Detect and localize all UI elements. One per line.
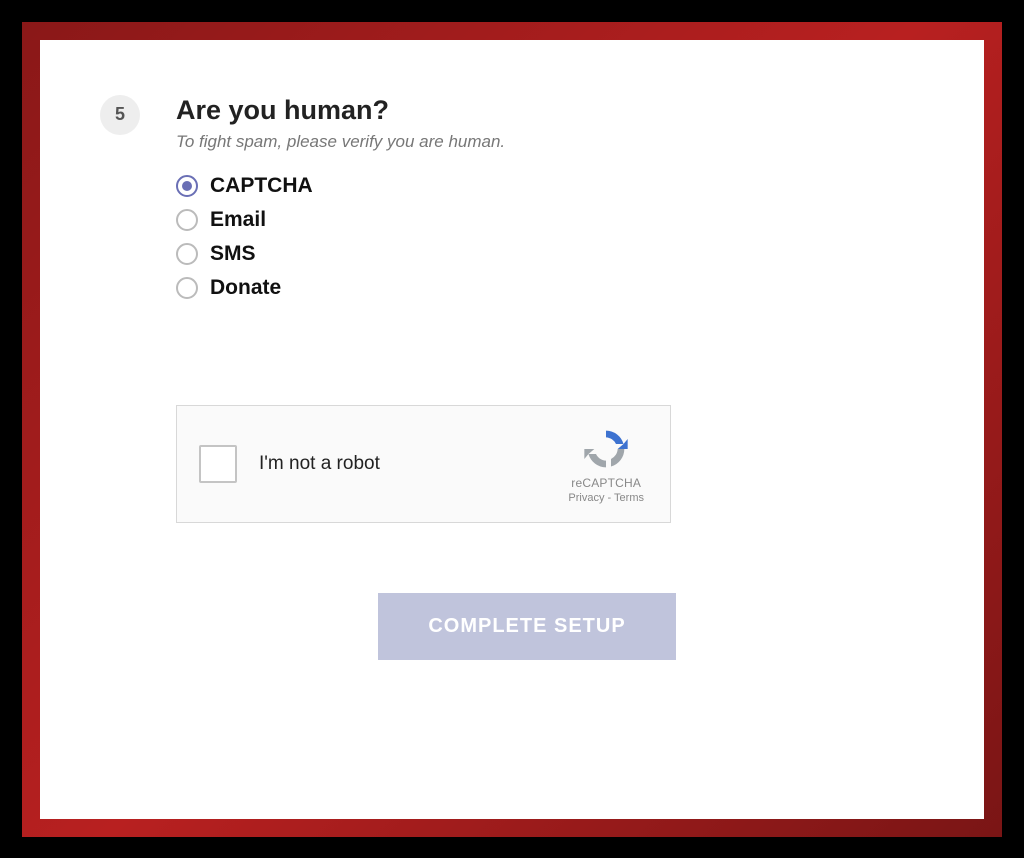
radio-icon bbox=[176, 209, 198, 231]
radio-label: SMS bbox=[210, 242, 256, 266]
verification-options: CAPTCHA Email SMS Donate bbox=[176, 174, 924, 300]
radio-option-donate[interactable]: Donate bbox=[176, 276, 924, 300]
recaptcha-link-separator: - bbox=[604, 492, 614, 504]
recaptcha-checkbox[interactable] bbox=[199, 445, 237, 483]
radio-icon bbox=[176, 243, 198, 265]
recaptcha-brand-label: reCAPTCHA bbox=[571, 476, 641, 490]
radio-option-captcha[interactable]: CAPTCHA bbox=[176, 174, 924, 198]
step-content: Are you human? To fight spam, please ver… bbox=[176, 95, 924, 300]
step-row: 5 Are you human? To fight spam, please v… bbox=[100, 95, 924, 300]
radio-icon bbox=[176, 277, 198, 299]
radio-option-email[interactable]: Email bbox=[176, 208, 924, 232]
radio-label: CAPTCHA bbox=[210, 174, 313, 198]
recaptcha-terms-link[interactable]: Terms bbox=[614, 492, 644, 504]
radio-icon bbox=[176, 175, 198, 197]
complete-setup-button[interactable]: COMPLETE SETUP bbox=[378, 593, 675, 660]
step-subtitle: To fight spam, please verify you are hum… bbox=[176, 132, 924, 152]
recaptcha-brand: reCAPTCHA Privacy - Terms bbox=[568, 424, 648, 504]
setup-panel: 5 Are you human? To fight spam, please v… bbox=[40, 40, 984, 819]
recaptcha-links: Privacy - Terms bbox=[568, 492, 644, 504]
recaptcha-label: I'm not a robot bbox=[259, 453, 568, 475]
submit-row: COMPLETE SETUP bbox=[100, 593, 924, 660]
radio-label: Donate bbox=[210, 276, 281, 300]
radio-label: Email bbox=[210, 208, 266, 232]
recaptcha-widget: I'm not a robot reCAPTCHA Privacy - Term… bbox=[176, 405, 671, 523]
outer-frame: 5 Are you human? To fight spam, please v… bbox=[22, 22, 1002, 837]
step-number-badge: 5 bbox=[100, 95, 140, 135]
recaptcha-logo-icon bbox=[581, 424, 631, 474]
step-title: Are you human? bbox=[176, 95, 924, 126]
radio-option-sms[interactable]: SMS bbox=[176, 242, 924, 266]
recaptcha-privacy-link[interactable]: Privacy bbox=[568, 492, 604, 504]
